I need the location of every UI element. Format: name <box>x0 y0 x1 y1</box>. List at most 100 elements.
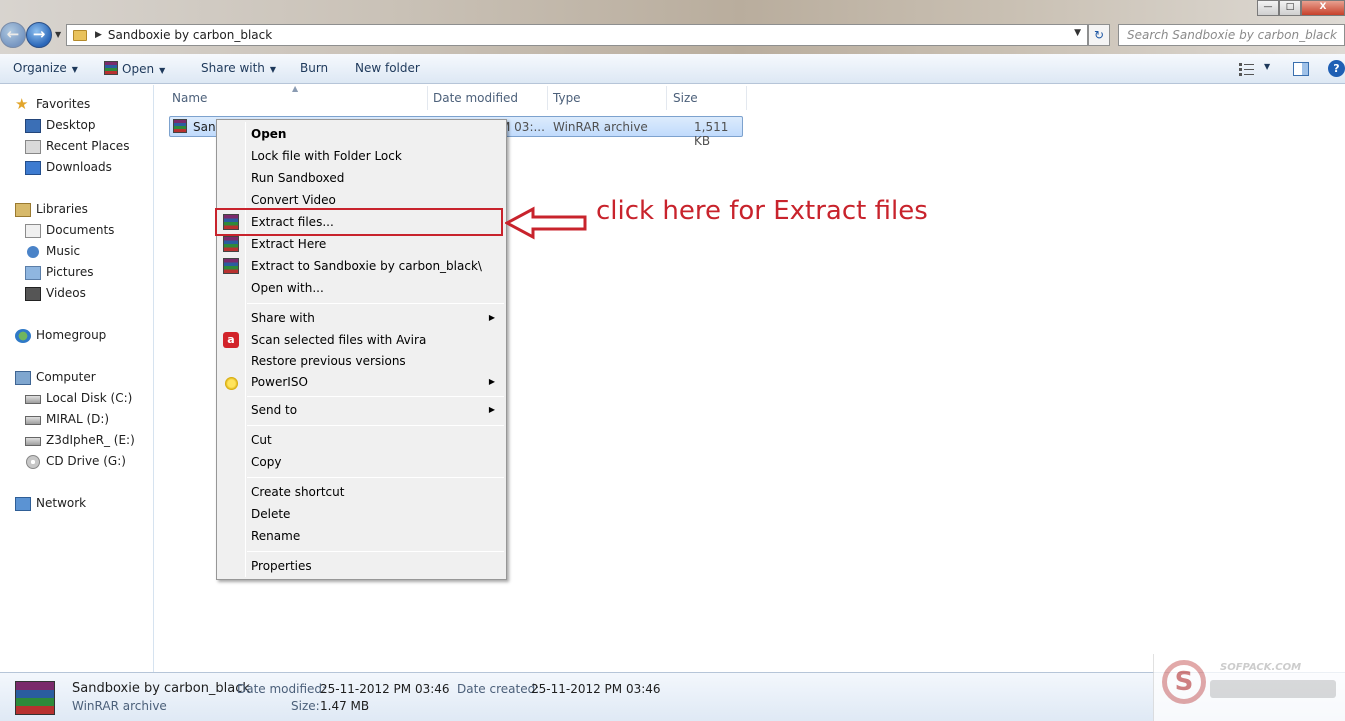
submenu-arrow-icon: ▶ <box>488 405 495 414</box>
nav-item-cd-drive[interactable]: CD Drive (G:) <box>46 454 126 468</box>
poweriso-icon <box>225 377 238 390</box>
folder-icon <box>73 29 87 41</box>
menu-separator <box>247 303 504 304</box>
menu-item-extract-here[interactable]: Extract Here <box>251 237 326 251</box>
menu-item-delete[interactable]: Delete <box>251 507 290 521</box>
menu-separator <box>247 396 504 397</box>
view-options-icon[interactable] <box>1239 62 1255 76</box>
menu-item-lock-folder-lock[interactable]: Lock file with Folder Lock <box>251 149 402 163</box>
videos-icon <box>25 287 41 301</box>
menu-item-create-shortcut[interactable]: Create shortcut <box>251 485 344 499</box>
details-date-created-label: Date created: <box>457 682 540 696</box>
recent-pages-dropdown-icon[interactable]: ▼ <box>55 30 61 39</box>
breadcrumb-current[interactable]: Sandboxie by carbon_black <box>108 28 272 42</box>
extract-files-highlight <box>215 208 503 236</box>
maximize-button[interactable]: □ <box>1279 0 1301 16</box>
winrar-archive-icon <box>173 119 187 133</box>
column-header-date-modified[interactable]: Date modified <box>433 91 518 105</box>
forward-button[interactable]: → <box>26 22 52 48</box>
nav-item-documents[interactable]: Documents <box>46 223 114 237</box>
chevron-down-icon: ▼ <box>71 65 78 74</box>
nav-item-downloads[interactable]: Downloads <box>46 160 112 174</box>
help-icon[interactable]: ? <box>1328 60 1345 77</box>
menu-item-convert-video[interactable]: Convert Video <box>251 193 336 207</box>
avira-icon: a <box>223 332 239 348</box>
back-button[interactable]: ← <box>0 22 26 48</box>
drive-d-icon <box>25 416 41 425</box>
favorites-star-icon: ★ <box>15 95 29 113</box>
details-file-name: Sandboxie by carbon_black <box>72 681 250 696</box>
nav-computer[interactable]: Computer <box>36 370 96 384</box>
menu-separator <box>247 477 504 478</box>
nav-network[interactable]: Network <box>36 496 86 510</box>
column-divider[interactable] <box>666 86 667 110</box>
open-button[interactable]: Open ▼ <box>104 61 165 76</box>
nav-item-local-disk-c[interactable]: Local Disk (C:) <box>46 391 132 405</box>
menu-item-scan-avira[interactable]: Scan selected files with Avira <box>251 333 426 347</box>
search-input[interactable]: Search Sandboxie by carbon_black <box>1118 24 1345 46</box>
menu-item-open-with[interactable]: Open with... <box>251 281 324 295</box>
column-header-name[interactable]: Name <box>172 91 207 105</box>
details-date-created: 25-11-2012 PM 03:46 <box>531 682 661 696</box>
menu-item-open[interactable]: Open <box>251 127 286 141</box>
chevron-down-icon: ▼ <box>159 66 166 75</box>
column-header-size[interactable]: Size <box>673 91 698 105</box>
view-dropdown-icon[interactable]: ▼ <box>1264 62 1270 71</box>
search-placeholder: Search Sandboxie by carbon_black <box>1127 28 1337 42</box>
nav-item-videos[interactable]: Videos <box>46 286 86 300</box>
organize-button[interactable]: Organize ▼ <box>13 61 78 75</box>
preview-pane-icon[interactable] <box>1293 62 1309 76</box>
recent-places-icon <box>25 140 41 154</box>
column-divider[interactable] <box>427 86 428 110</box>
watermark-band <box>1210 680 1336 698</box>
details-size-label: Size: <box>291 699 320 713</box>
nav-libraries[interactable]: Libraries <box>36 202 88 216</box>
menu-item-share-with[interactable]: Share with <box>251 311 315 325</box>
menu-item-cut[interactable]: Cut <box>251 433 272 447</box>
nav-homegroup[interactable]: Homegroup <box>36 328 106 342</box>
local-disk-icon <box>25 395 41 404</box>
details-date-modified: 25-11-2012 PM 03:46 <box>320 682 450 696</box>
details-date-modified-label: Date modified: <box>237 682 327 696</box>
annotation-arrow-icon <box>505 206 587 240</box>
nav-item-desktop[interactable]: Desktop <box>46 118 96 132</box>
nav-item-recent-places[interactable]: Recent Places <box>46 139 129 153</box>
nav-item-pictures[interactable]: Pictures <box>46 265 94 279</box>
winrar-icon <box>104 61 118 75</box>
menu-item-send-to[interactable]: Send to <box>251 403 297 417</box>
pictures-icon <box>25 266 41 280</box>
burn-button[interactable]: Burn <box>300 61 328 75</box>
menu-item-copy[interactable]: Copy <box>251 455 281 469</box>
nav-favorites[interactable]: Favorites <box>36 97 90 111</box>
navigation-pane: ★ Favorites Desktop Recent Places Downlo… <box>0 85 154 672</box>
nav-item-drive-d[interactable]: MIRAL (D:) <box>46 412 109 426</box>
close-button[interactable]: X <box>1301 0 1345 16</box>
menu-item-restore-previous-versions[interactable]: Restore previous versions <box>251 354 406 368</box>
cd-drive-icon <box>26 455 40 469</box>
watermark-logo: S SOFPACK.COM <box>1153 654 1345 721</box>
menu-separator <box>247 551 504 552</box>
breadcrumb-chevron-icon[interactable]: ▶ <box>95 30 102 40</box>
new-folder-button[interactable]: New folder <box>355 61 420 75</box>
nav-item-drive-e[interactable]: Z3dIpheR_ (E:) <box>46 433 135 447</box>
command-bar: Organize ▼ Open ▼ Share with ▼ Burn New fol… <box>0 54 1345 84</box>
network-icon <box>15 497 31 511</box>
nav-item-music[interactable]: Music <box>46 244 80 258</box>
address-bar[interactable]: ▶ Sandboxie by carbon_black ▼ <box>66 24 1088 46</box>
column-divider[interactable] <box>547 86 548 110</box>
menu-item-extract-to-folder[interactable]: Extract to Sandboxie by carbon_black\ <box>251 259 482 273</box>
column-divider[interactable] <box>746 86 747 110</box>
context-menu: Open Lock file with Folder Lock Run Sand… <box>216 119 507 580</box>
title-bar: — □ X ← → ▼ ▶ Sandboxie by carbon_black … <box>0 0 1345 54</box>
share-with-button[interactable]: Share with ▼ <box>201 61 276 75</box>
menu-item-poweriso[interactable]: PowerISO <box>251 375 308 389</box>
chevron-down-icon: ▼ <box>269 65 277 74</box>
minimize-button[interactable]: — <box>1257 0 1279 16</box>
menu-item-rename[interactable]: Rename <box>251 529 300 543</box>
column-header-type[interactable]: Type <box>553 91 581 105</box>
refresh-button[interactable]: ↻ <box>1088 24 1110 46</box>
menu-item-properties[interactable]: Properties <box>251 559 312 573</box>
menu-item-run-sandboxed[interactable]: Run Sandboxed <box>251 171 344 185</box>
address-dropdown-icon[interactable]: ▼ <box>1074 28 1081 38</box>
organize-label: Organize <box>13 61 67 75</box>
